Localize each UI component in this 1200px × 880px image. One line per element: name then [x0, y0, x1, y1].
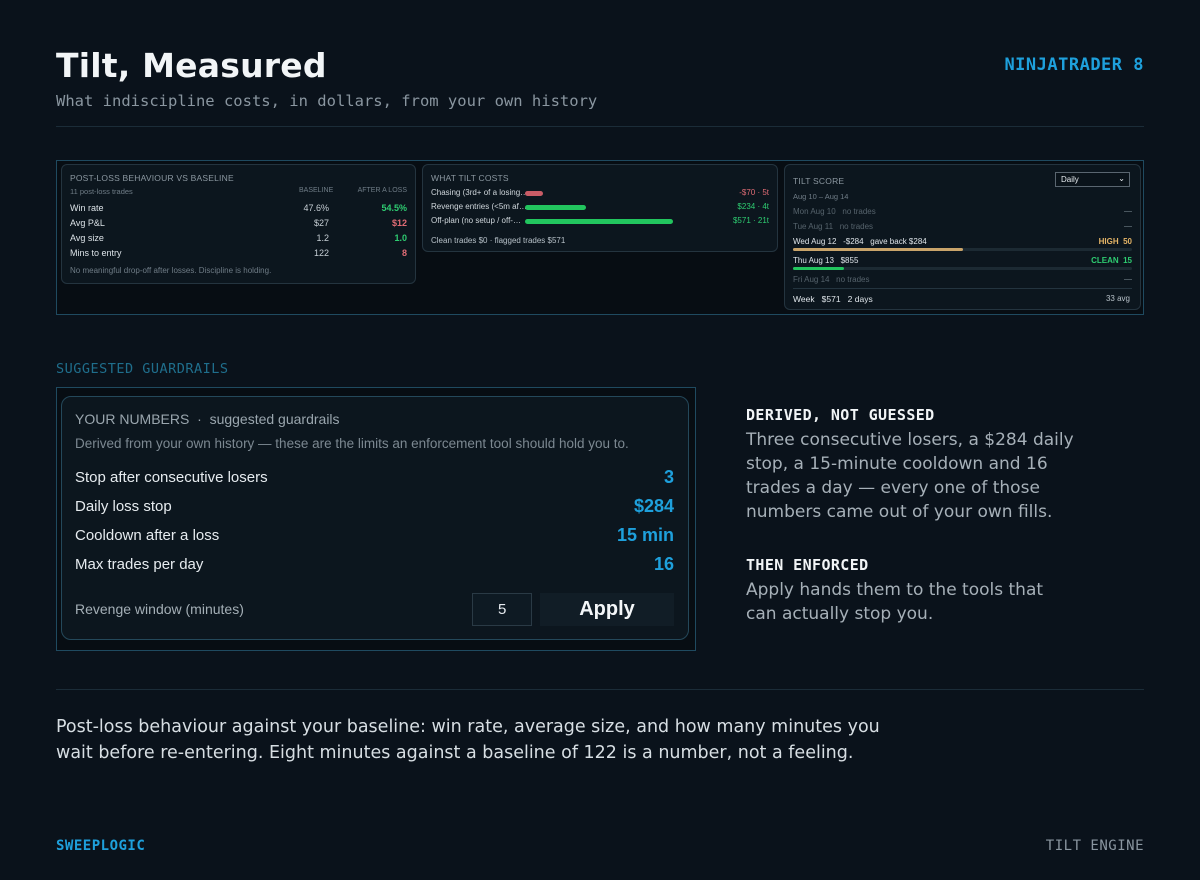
metric-baseline: 47.6% [303, 203, 329, 213]
metric-baseline: 122 [313, 248, 329, 258]
page-subtitle: What indiscipline costs, in dollars, fro… [56, 92, 598, 110]
metric-after-loss: 8 [401, 248, 407, 258]
post-loss-row: Mins to entry 122 8 [70, 248, 407, 262]
guardrail-value: 15 min [616, 525, 674, 545]
metric-baseline: 1.2 [316, 233, 329, 243]
period-select[interactable]: Daily ⌄ [1055, 172, 1130, 187]
guardrail-value: 3 [663, 467, 674, 487]
tilt-score-day: Thu Aug 13 $855 CLEAN 15 [793, 256, 1132, 270]
guardrails-frame: YOUR NUMBERS · suggested guardrails Deri… [56, 387, 696, 651]
tilt-cost-bar [525, 219, 673, 224]
guardrail-value: 16 [653, 554, 674, 574]
guardrails-subheading: Derived from your own history — these ar… [75, 436, 629, 451]
post-loss-note: No meaningful drop-off after losses. Dis… [70, 266, 272, 275]
tilt-cost-bar [525, 205, 586, 210]
metric-label: Mins to entry [70, 248, 122, 258]
apply-button[interactable]: Apply [540, 593, 674, 626]
day-status: CLEAN 15 [1091, 256, 1132, 265]
tilt-score-day: Wed Aug 12 -$284 gave back $284 HIGH 50 [793, 237, 1132, 251]
post-loss-sample: 11 post-loss trades [70, 187, 133, 196]
tilt-costs-title: WHAT TILT COSTS [431, 173, 509, 183]
period-select-value: Daily [1061, 175, 1079, 184]
week-divider [793, 288, 1132, 289]
copy-text-derived: Three consecutive losers, a $284 daily s… [746, 430, 1074, 522]
metric-label: Avg size [70, 233, 104, 243]
day-status: — [1124, 275, 1132, 284]
day-label: Fri Aug 14 no trades [793, 275, 870, 284]
metric-label: Win rate [70, 203, 104, 213]
tilt-score-range: Aug 10 – Aug 14 [793, 192, 849, 201]
tilt-cost-label: Chasing (3rd+ of a losing… [431, 188, 529, 197]
tilt-cost-label: Revenge entries (<5m af… [431, 202, 527, 211]
tilt-cost-value: $571 · 21t [732, 216, 769, 225]
metric-label: Avg P&L [70, 218, 105, 228]
tilt-score-card: TILT SCORE Daily ⌄ Aug 10 – Aug 14 Mon A… [784, 164, 1141, 310]
day-status: — [1124, 207, 1132, 216]
col-baseline: BASELINE [299, 187, 334, 194]
day-track [793, 267, 1132, 270]
tilt-costs-card: WHAT TILT COSTS Chasing (3rd+ of a losin… [422, 164, 778, 252]
tilt-cost-label: Off-plan (no setup / off-… [431, 216, 521, 225]
section-label: SUGGESTED GUARDRAILS [56, 361, 229, 377]
post-loss-row: Win rate 47.6% 54.5% [70, 203, 407, 217]
day-label: Wed Aug 12 -$284 gave back $284 [793, 237, 927, 246]
metric-after-loss: 54.5% [381, 203, 407, 213]
guardrail-row: Cooldown after a loss 15 min [75, 524, 674, 548]
copy-text-enforced: Apply hands them to the tools that can a… [746, 580, 1044, 624]
day-label: Thu Aug 13 $855 [793, 256, 859, 265]
caption: Post-loss behaviour against your baselin… [56, 717, 880, 763]
copy-heading-enforced: THEN ENFORCED [746, 556, 869, 574]
tilt-score-day: Mon Aug 10 no trades — [793, 207, 1132, 221]
tilt-cost-row: Off-plan (no setup / off-… $571 · 21t [431, 216, 769, 230]
guardrail-label: Stop after consecutive losers [75, 469, 268, 486]
week-avg: 33 avg [1105, 294, 1130, 303]
footer-product: TILT ENGINE [1045, 838, 1144, 854]
day-status: HIGH 50 [1098, 237, 1132, 246]
day-status: — [1124, 222, 1132, 231]
col-after-loss: AFTER A LOSS [357, 187, 407, 194]
tilt-score-day: Tue Aug 11 no trades — [793, 222, 1132, 236]
guardrail-label: Daily loss stop [75, 498, 172, 515]
tilt-costs-footer: Clean trades $0 · flagged trades $571 [431, 236, 566, 245]
chevron-down-icon: ⌄ [1118, 174, 1125, 183]
tilt-cost-value: -$70 · 5t [739, 188, 769, 197]
revenge-window-input[interactable]: 5 [472, 593, 532, 626]
tilt-score-title: TILT SCORE [793, 176, 845, 186]
guardrail-row: Stop after consecutive losers 3 [75, 466, 674, 490]
post-loss-card: POST-LOSS BEHAVIOUR vs BASELINE 11 post-… [61, 164, 416, 284]
dashboard-strip: POST-LOSS BEHAVIOUR vs BASELINE 11 post-… [56, 160, 1144, 315]
metric-baseline: $27 [313, 218, 329, 228]
copy-heading-derived: DERIVED, NOT GUESSED [746, 406, 935, 424]
tilt-cost-row: Revenge entries (<5m af… $234 · 4t [431, 202, 769, 216]
guardrail-row: Daily loss stop $284 [75, 495, 674, 519]
guardrail-label: Max trades per day [75, 556, 204, 573]
platform-label: NINJATRADER 8 [1004, 55, 1144, 75]
guardrail-label: Cooldown after a loss [75, 527, 220, 544]
revenge-window-label: Revenge window (minutes) [75, 601, 244, 617]
tilt-cost-bar [525, 191, 543, 196]
tilt-cost-row: Chasing (3rd+ of a losing… -$70 · 5t [431, 188, 769, 202]
caption-divider [56, 689, 1144, 690]
day-label: Tue Aug 11 no trades [793, 222, 874, 231]
guardrail-row: Max trades per day 16 [75, 553, 674, 577]
week-summary: Week $571 2 days [793, 294, 873, 304]
page-title: Tilt, Measured [56, 46, 327, 85]
post-loss-row: Avg P&L $27 $12 [70, 218, 407, 232]
post-loss-row: Avg size 1.2 1.0 [70, 233, 407, 247]
post-loss-title: POST-LOSS BEHAVIOUR vs BASELINE [70, 173, 234, 183]
tilt-cost-value: $234 · 4t [737, 202, 769, 211]
day-label: Mon Aug 10 no trades [793, 207, 876, 216]
metric-after-loss: 1.0 [394, 233, 407, 243]
day-score-bar [793, 267, 844, 270]
guardrails-heading: YOUR NUMBERS · suggested guardrails [75, 411, 340, 427]
guardrails-card: YOUR NUMBERS · suggested guardrails Deri… [61, 396, 689, 640]
tilt-score-day: Fri Aug 14 no trades — [793, 275, 1132, 289]
guardrail-value: $284 [633, 496, 674, 516]
header-divider [56, 126, 1144, 127]
day-score-bar [793, 248, 963, 251]
footer-brand: SWEEPLOGIC [56, 838, 146, 854]
metric-after-loss: $12 [391, 218, 407, 228]
